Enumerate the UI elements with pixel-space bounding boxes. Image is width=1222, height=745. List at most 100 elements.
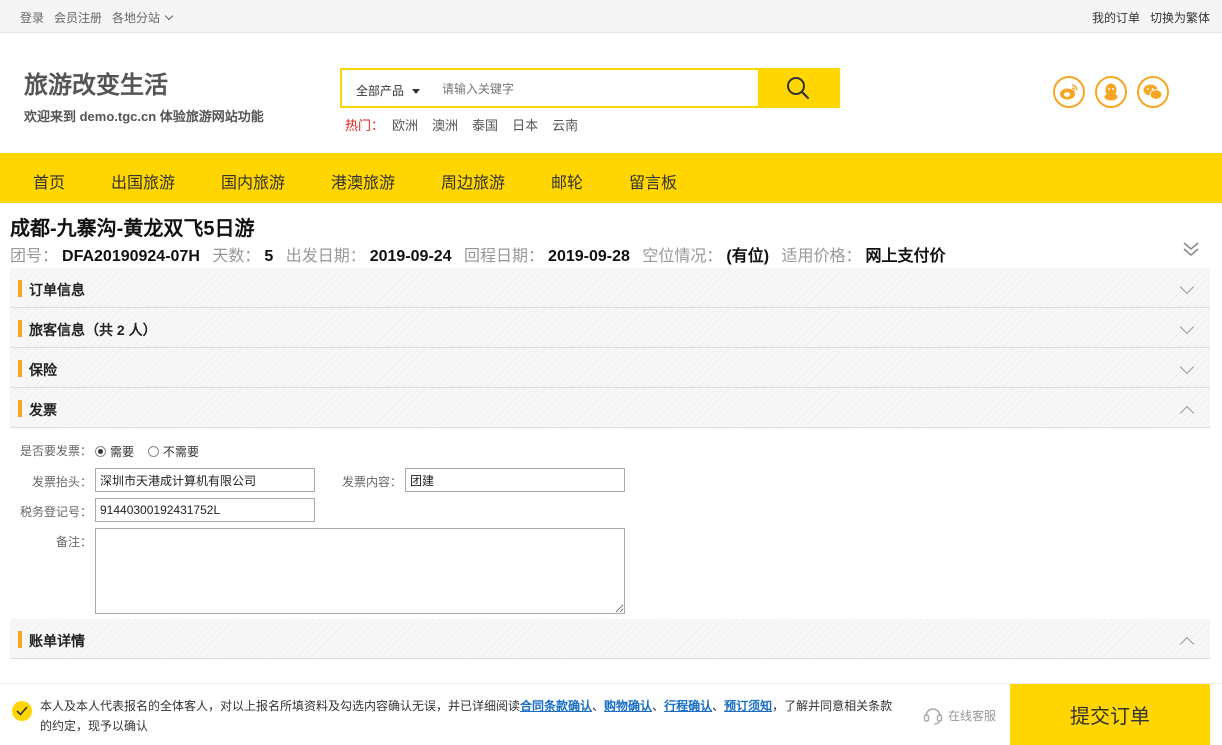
section-insurance[interactable]: 保险 — [10, 348, 1210, 388]
search-icon — [787, 77, 810, 100]
weibo-icon — [1060, 84, 1078, 100]
invoice-need-yes-radio[interactable]: 需要 — [95, 443, 134, 460]
section-title: 发票 — [29, 402, 57, 418]
nav-item-outbound[interactable]: 出国旅游 — [111, 169, 175, 193]
nav-item-guestbook[interactable]: 留言板 — [629, 169, 677, 193]
hot-keyword[interactable]: 泰国 — [472, 115, 498, 134]
seats-value: (有位) — [726, 248, 770, 265]
radio-label: 不需要 — [163, 445, 200, 459]
section-title: 保险 — [29, 362, 57, 378]
order-footer: 本人及本人代表报名的全体客人，对以上报名所填资料及勾选内容确认无误，并已详细阅读… — [0, 683, 1222, 745]
double-chevron-down-icon — [1183, 242, 1199, 256]
main-nav: 首页 出国旅游 国内旅游 港澳旅游 周边旅游 邮轮 留言板 — [0, 153, 1222, 203]
booking-notice-link[interactable]: 预订须知 — [724, 699, 772, 713]
hot-keyword[interactable]: 日本 — [512, 115, 538, 134]
section-marker — [18, 631, 22, 648]
chevron-down-icon — [1179, 319, 1195, 335]
chevron-up-icon — [1179, 405, 1195, 421]
section-title: 账单详情 — [29, 633, 85, 649]
contract-terms-link[interactable]: 合同条款确认 — [520, 699, 592, 713]
expand-all-button[interactable] — [1182, 240, 1200, 263]
depart-value: 2019-09-24 — [369, 248, 452, 265]
radio-label: 需要 — [110, 445, 135, 459]
headset-icon — [923, 708, 943, 725]
remark-label: 备注： — [55, 535, 92, 549]
qq-icon — [1104, 83, 1118, 101]
tax-number-field[interactable] — [95, 498, 315, 522]
top-bar-right: 我的订单 切换为繁体 — [1092, 9, 1210, 26]
hot-keyword[interactable]: 欧洲 — [392, 115, 418, 134]
section-title: 订单信息 — [29, 282, 85, 298]
brand-subtitle: 欢迎来到 demo.tgc.cn 体验旅游网站功能 — [24, 109, 264, 124]
section-marker — [18, 280, 22, 297]
hot-keywords: 热门： 欧洲 澳洲 泰国 日本 云南 — [345, 115, 578, 134]
section-marker — [18, 360, 22, 377]
agreement-text: 本人及本人代表报名的全体客人，对以上报名所填资料及勾选内容确认无误，并已详细阅读… — [40, 696, 900, 736]
search-box: 全部产品 — [340, 68, 840, 108]
invoice-header-label: 发票抬头： — [31, 475, 92, 489]
nav-item-home[interactable]: 首页 — [33, 169, 65, 193]
submit-order-button[interactable]: 提交订单 — [1010, 684, 1210, 745]
tour-title: 成都-九寨沟-黄龙双飞5日游 — [10, 218, 255, 240]
itinerary-confirm-link[interactable]: 行程确认 — [664, 699, 712, 713]
check-icon — [16, 706, 28, 716]
separator: 、 — [712, 699, 725, 713]
hot-keyword[interactable]: 云南 — [552, 115, 578, 134]
return-label: 回程日期： — [464, 248, 545, 265]
weibo-button[interactable] — [1053, 76, 1085, 108]
depart-label: 出发日期： — [285, 248, 366, 265]
top-bar-left: 登录 会员注册 各地分站 — [20, 9, 174, 26]
shopping-confirm-link[interactable]: 购物确认 — [604, 699, 652, 713]
price-label: 适用价格： — [781, 248, 862, 265]
radio-dot-icon — [148, 446, 159, 457]
my-orders-link[interactable]: 我的订单 — [1092, 9, 1140, 26]
chevron-down-icon — [1179, 359, 1195, 375]
agreement-prefix: 本人及本人代表报名的全体客人，对以上报名所填资料及勾选内容确认无误，并已详细阅读 — [40, 699, 521, 713]
top-bar: 登录 会员注册 各地分站 我的订单 切换为繁体 — [0, 0, 1222, 33]
section-order-info[interactable]: 订单信息 — [10, 268, 1210, 308]
section-marker — [18, 320, 22, 337]
branches-dropdown[interactable]: 各地分站 — [112, 9, 174, 26]
wechat-button[interactable] — [1137, 76, 1169, 108]
section-invoice[interactable]: 发票 — [10, 388, 1210, 428]
seats-label: 空位情况： — [642, 248, 723, 265]
branches-label: 各地分站 — [112, 11, 161, 25]
agree-checkbox[interactable] — [12, 701, 32, 721]
remark-textarea[interactable] — [95, 528, 625, 614]
invoice-content-field[interactable] — [405, 468, 625, 492]
group-no-label: 团号： — [10, 248, 59, 265]
login-link[interactable]: 登录 — [20, 9, 44, 26]
section-travelers[interactable]: 旅客信息（共 2 人） — [10, 308, 1210, 348]
separator: 、 — [592, 699, 605, 713]
qq-button[interactable] — [1095, 76, 1127, 108]
header: 旅游改变生活 欢迎来到 demo.tgc.cn 体验旅游网站功能 全部产品 热门… — [0, 33, 1222, 153]
nav-item-domestic[interactable]: 国内旅游 — [221, 169, 285, 193]
section-bill-details[interactable]: 账单详情 — [10, 619, 1210, 659]
search-category-select[interactable]: 全部产品 — [356, 82, 421, 99]
return-value: 2019-09-28 — [548, 248, 630, 265]
nav-item-nearby[interactable]: 周边旅游 — [441, 169, 505, 193]
tour-meta: 团号： DFA20190924-07H 天数： 5 出发日期： 2019-09-24 … — [10, 242, 946, 266]
chevron-down-icon — [164, 11, 174, 21]
search-button[interactable] — [758, 70, 838, 106]
search-category-label: 全部产品 — [356, 84, 405, 98]
group-no-value: DFA20190924-07H — [62, 248, 200, 265]
hot-keyword[interactable]: 澳洲 — [432, 115, 458, 134]
chevron-down-icon — [1179, 279, 1195, 295]
nav-item-hkmacau[interactable]: 港澳旅游 — [331, 169, 395, 193]
invoice-content-label: 发票内容： — [341, 475, 402, 489]
invoice-need-label: 是否要发票： — [19, 444, 92, 458]
section-title: 旅客信息（共 2 人） — [29, 322, 157, 338]
days-label: 天数： — [212, 248, 261, 265]
radio-dot-icon — [95, 446, 106, 457]
invoice-need-no-radio[interactable]: 不需要 — [148, 443, 199, 460]
hot-label: 热门： — [345, 118, 385, 133]
invoice-header-field[interactable] — [95, 468, 315, 492]
brand-title[interactable]: 旅游改变生活 — [24, 65, 168, 100]
switch-traditional-link[interactable]: 切换为繁体 — [1150, 9, 1210, 26]
nav-item-cruise[interactable]: 邮轮 — [551, 169, 583, 193]
register-link[interactable]: 会员注册 — [54, 9, 102, 26]
online-service-button[interactable]: 在线客服 — [922, 704, 996, 726]
price-value: 网上支付价 — [865, 248, 946, 265]
search-input[interactable] — [442, 78, 752, 100]
